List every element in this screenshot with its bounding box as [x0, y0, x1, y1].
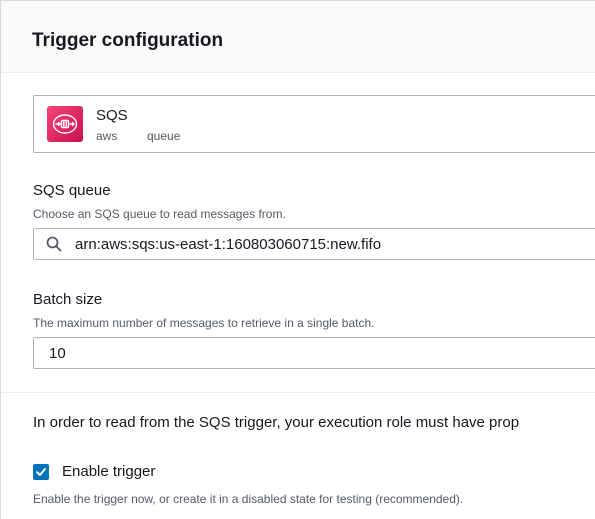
trigger-configuration-panel: Trigger configuration SQS aws queue SQS …: [0, 0, 595, 519]
panel-header: Trigger configuration: [1, 1, 595, 73]
batch-size-label: Batch size: [33, 291, 103, 308]
service-tag-aws: aws: [96, 129, 118, 143]
enable-trigger-label[interactable]: Enable trigger: [62, 463, 155, 480]
sqs-queue-label: SQS queue: [33, 182, 111, 199]
checkmark-icon: [36, 468, 46, 476]
batch-size-input[interactable]: 10: [33, 337, 595, 369]
sqs-service-icon: [47, 106, 83, 142]
sqs-queue-input[interactable]: arn:aws:sqs:us-east-1:160803060715:new.f…: [33, 228, 595, 260]
enable-trigger-description: Enable the trigger now, or create it in …: [33, 492, 464, 506]
execution-role-info: In order to read from the SQS trigger, y…: [33, 414, 520, 431]
service-tag-queue: queue: [147, 129, 181, 143]
service-name: SQS: [96, 107, 128, 124]
batch-size-description: The maximum number of messages to retrie…: [33, 316, 375, 330]
batch-size-value: 10: [49, 345, 66, 362]
section-divider: [1, 392, 595, 393]
search-icon: [46, 236, 62, 252]
panel-title: Trigger configuration: [32, 30, 224, 51]
sqs-queue-value: arn:aws:sqs:us-east-1:160803060715:new.f…: [75, 236, 382, 253]
enable-trigger-checkbox[interactable]: [33, 464, 49, 480]
sqs-queue-description: Choose an SQS queue to read messages fro…: [33, 207, 286, 221]
trigger-service-selector[interactable]: SQS aws queue: [33, 95, 595, 153]
